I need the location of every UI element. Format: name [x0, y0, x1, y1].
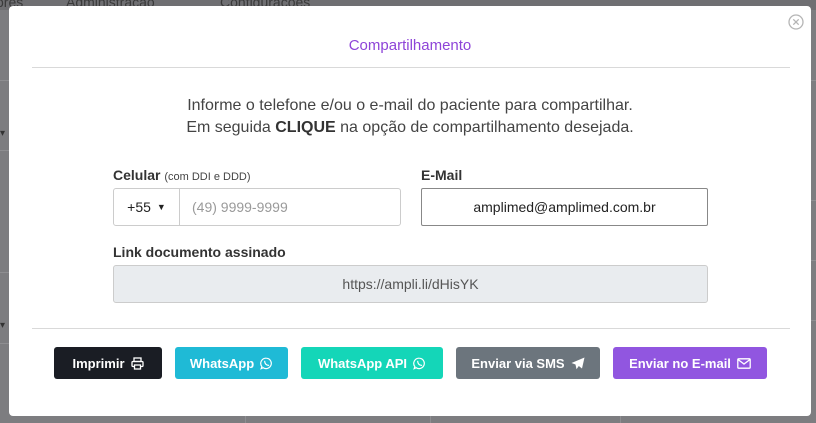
- whatsapp-icon: [413, 357, 425, 370]
- instructions-line-2: Em seguida CLIQUE na opção de compartilh…: [186, 119, 634, 136]
- envelope-icon: [737, 357, 751, 369]
- modal-title: Compartilhamento: [348, 37, 472, 54]
- email-input[interactable]: [421, 188, 708, 226]
- background-divider: [0, 343, 9, 344]
- background-divider: [0, 150, 9, 151]
- whatsapp-button[interactable]: WhatsApp: [175, 347, 288, 379]
- link-label: Link documento assinado: [113, 244, 286, 260]
- phone-input-group: +55 ▼: [113, 188, 401, 226]
- close-icon[interactable]: [788, 14, 804, 30]
- phone-hint: (com DDI e DDD): [164, 171, 251, 183]
- background-divider: [811, 320, 816, 321]
- background-divider: [0, 272, 9, 273]
- instructions-line-1: Informe o telefone e/ou o e-mail do paci…: [187, 97, 633, 114]
- chevron-down-icon: ▼: [156, 202, 166, 212]
- background-divider: [620, 416, 621, 423]
- background-divider: [811, 260, 816, 261]
- background-divider: [0, 80, 9, 81]
- printer-icon: [130, 356, 144, 370]
- phone-input[interactable]: [180, 189, 400, 225]
- send-email-button[interactable]: Enviar no E-mail: [613, 347, 767, 379]
- background-divider: [811, 200, 816, 201]
- paper-plane-icon: [571, 357, 585, 369]
- background-chevron-down-icon: ▾: [0, 320, 6, 331]
- ddi-select[interactable]: +55 ▼: [114, 189, 180, 225]
- background-chevron-down-icon: ▾: [0, 128, 6, 139]
- share-modal: Compartilhamento Informe o telefone e/ou…: [9, 6, 811, 416]
- send-sms-button[interactable]: Enviar via SMS: [456, 347, 600, 379]
- print-button[interactable]: Imprimir: [54, 347, 162, 379]
- signed-document-link-input[interactable]: [113, 265, 708, 303]
- instructions: Informe o telefone e/ou o e-mail do paci…: [9, 95, 811, 139]
- whatsapp-icon: [260, 357, 272, 370]
- whatsapp-api-button[interactable]: WhatsApp API: [301, 347, 443, 379]
- phone-label: Celular (com DDI e DDD): [113, 167, 251, 183]
- email-label: E-Mail: [421, 167, 463, 183]
- instructions-emphasis: CLIQUE: [275, 119, 336, 136]
- footer-divider: [32, 328, 790, 329]
- header-divider: [32, 67, 790, 68]
- background-divider: [245, 416, 246, 423]
- background-divider: [811, 80, 816, 81]
- background-divider: [430, 416, 431, 423]
